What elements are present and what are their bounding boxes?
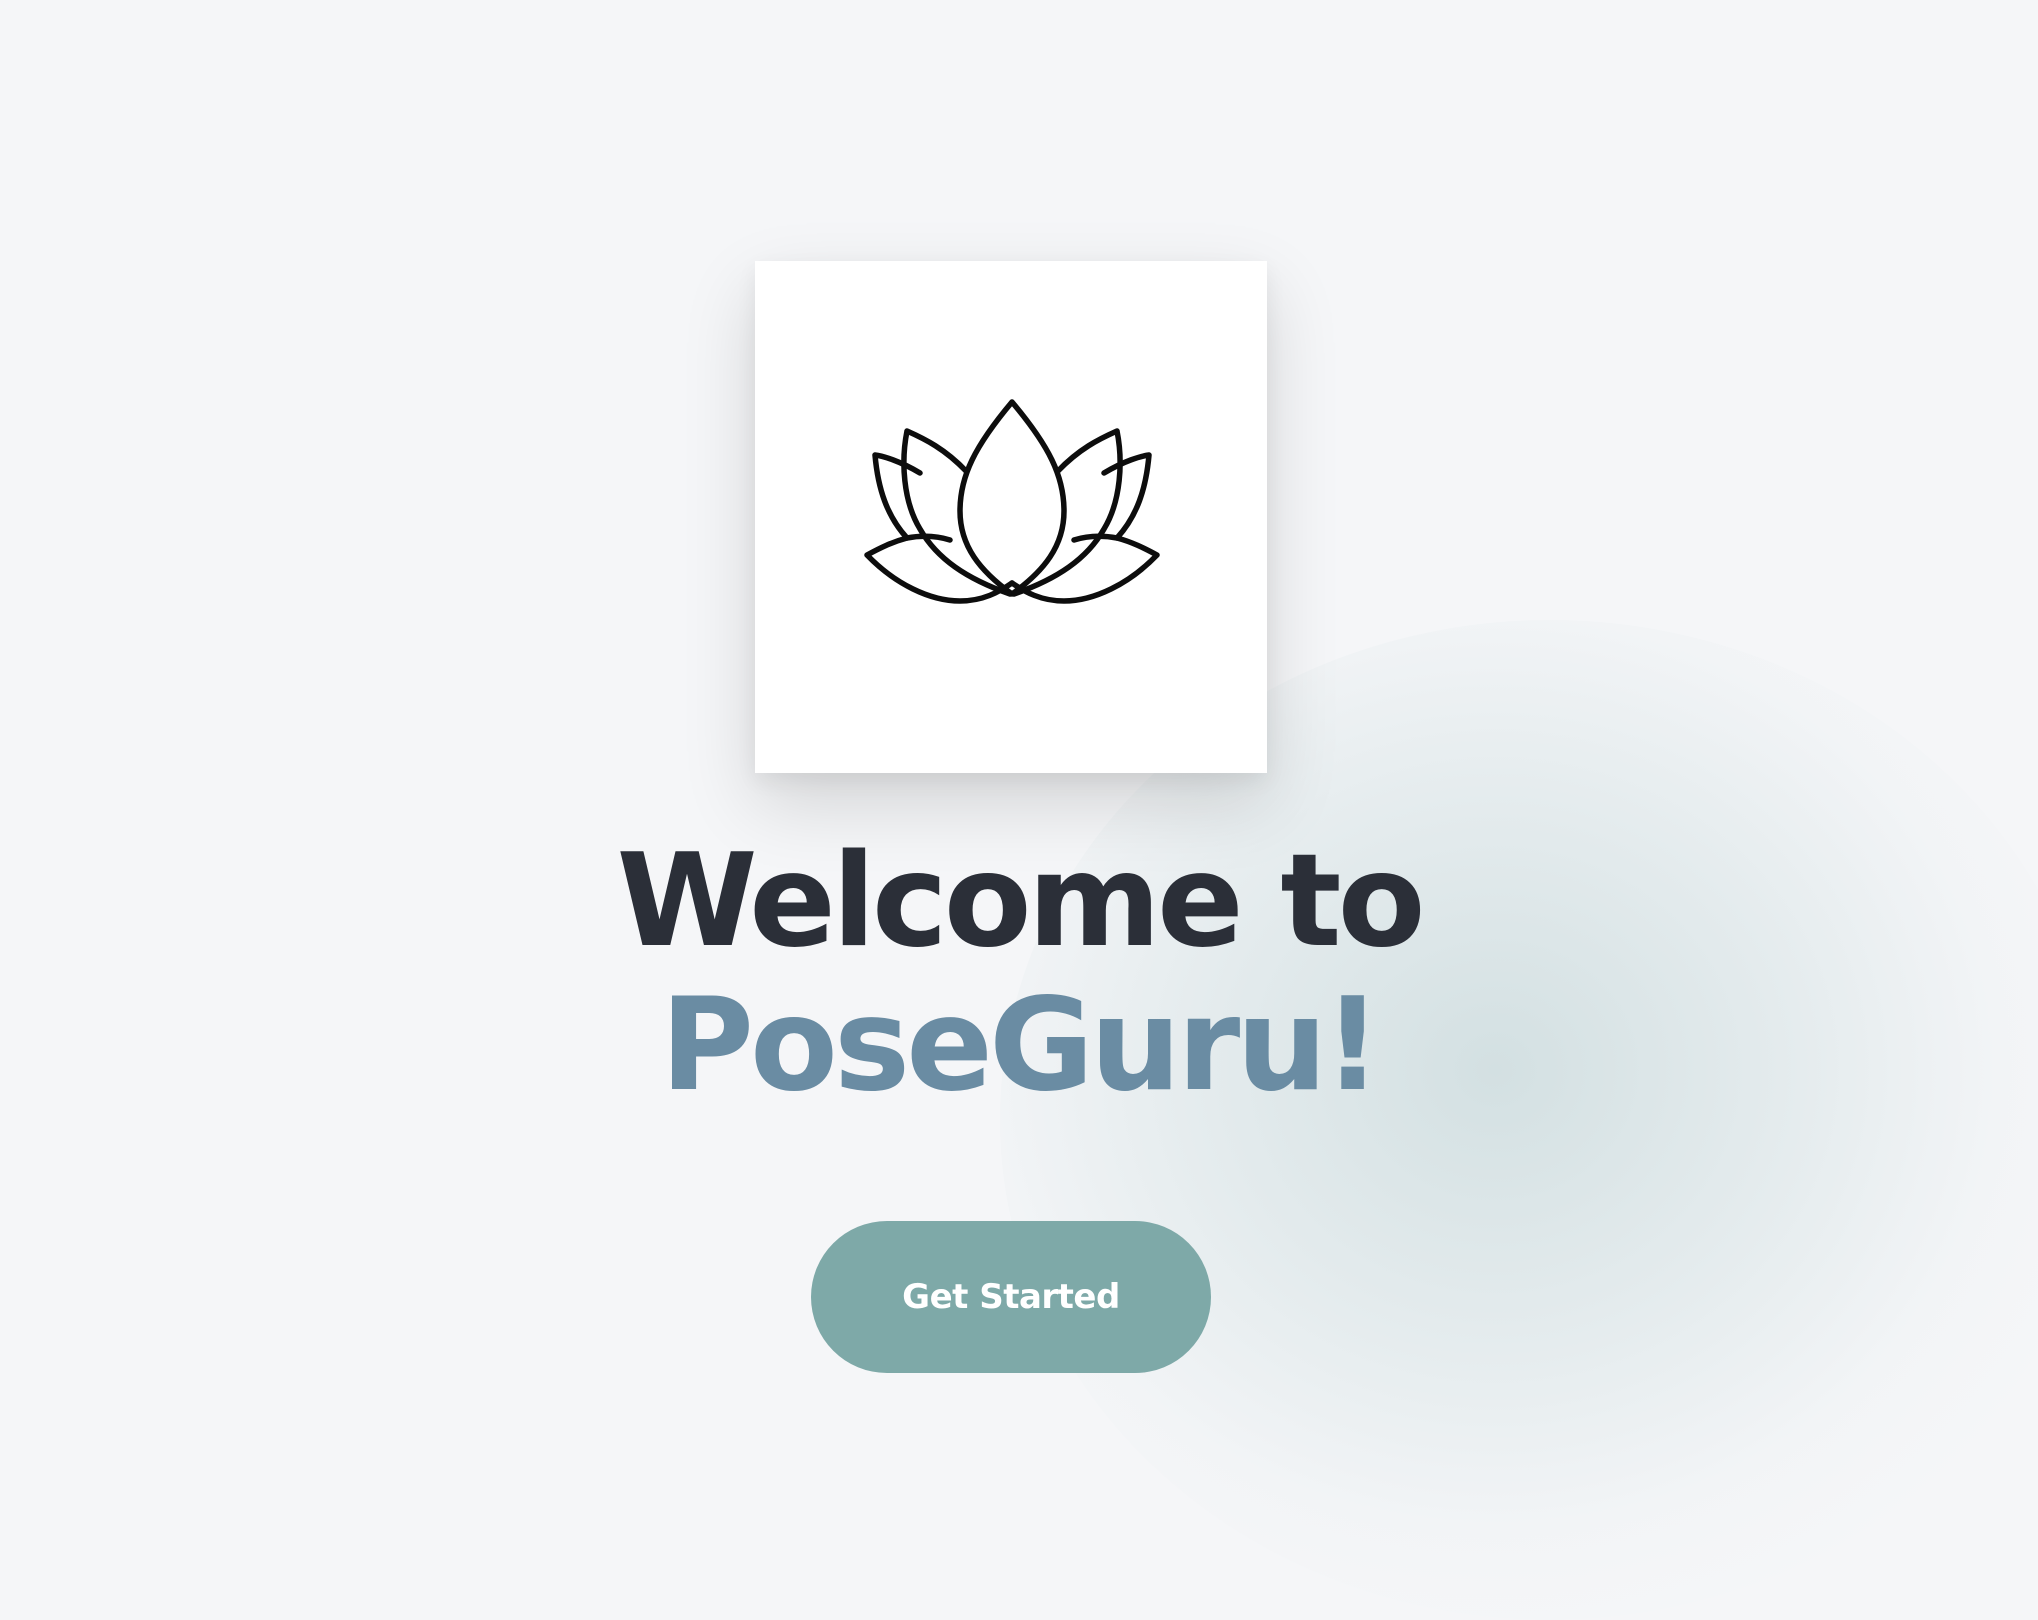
app-name-heading: PoseGuru! [660,971,1382,1120]
welcome-heading: Welcome to PoseGuru! [0,830,2038,1118]
get-started-button[interactable]: Get Started [811,1221,1211,1373]
welcome-screen: Welcome to PoseGuru! Get Started [0,0,2038,1592]
logo-card [755,261,1267,773]
welcome-heading-line1: Welcome to [616,827,1426,976]
lotus-icon [864,399,1160,604]
